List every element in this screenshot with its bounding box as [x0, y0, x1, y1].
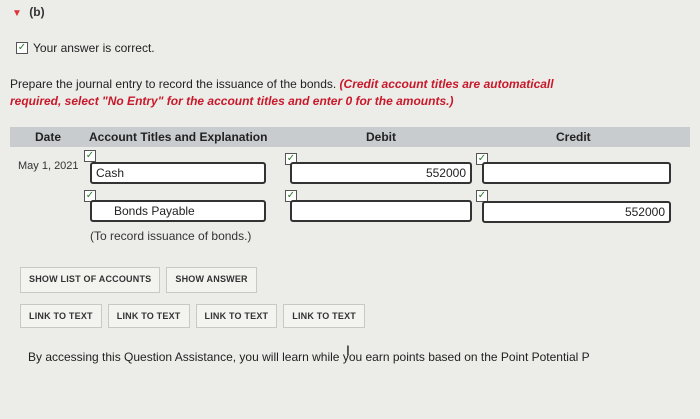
instructions: Prepare the journal entry to record the …: [10, 76, 700, 110]
link-to-text-button-2[interactable]: LINK TO TEXT: [107, 304, 190, 328]
answer-status-text: Your answer is correct.: [33, 41, 155, 55]
account-field-bonds-payable[interactable]: Bonds Payable: [90, 200, 266, 222]
credit-field-cash[interactable]: [482, 162, 671, 184]
assist-button-row: SHOW LIST OF ACCOUNTS SHOW ANSWER: [20, 267, 700, 293]
triangle-down-icon: ▼: [12, 8, 22, 19]
instructions-red-line1: (Credit account titles are automaticall: [339, 77, 554, 91]
section-toggle[interactable]: ▼ (b): [12, 5, 45, 19]
checkmark-icon: ✓: [16, 42, 28, 54]
link-to-text-button-3[interactable]: LINK TO TEXT: [195, 304, 278, 328]
section-label: (b): [29, 5, 45, 19]
instructions-plain: Prepare the journal entry to record the …: [10, 77, 340, 91]
link-to-text-button-4[interactable]: LINK TO TEXT: [283, 304, 365, 328]
entry-explanation: (To record issuance of bonds.): [90, 229, 252, 243]
show-list-of-accounts-button[interactable]: SHOW LIST OF ACCOUNTS: [20, 267, 161, 293]
answer-status: ✓ Your answer is correct.: [16, 41, 155, 55]
journal-table-header: Date Account Titles and Explanation Debi…: [10, 127, 690, 147]
question-assistance-note: By accessing this Question Assistance, y…: [28, 350, 590, 364]
header-credit: Credit: [556, 130, 591, 144]
show-answer-button[interactable]: SHOW ANSWER: [166, 267, 257, 293]
link-button-row: LINK TO TEXT LINK TO TEXT LINK TO TEXT L…: [20, 304, 700, 328]
text-cursor-icon: I: [346, 342, 350, 358]
instructions-red-line2: required, select "No Entry" for the acco…: [10, 94, 454, 108]
header-date: Date: [35, 130, 62, 144]
header-account: Account Titles and Explanation: [89, 130, 268, 144]
header-debit: Debit: [366, 130, 396, 144]
credit-field-bonds-payable[interactable]: 552000: [482, 201, 671, 223]
entry-date: May 1, 2021: [18, 160, 79, 172]
debit-field-bonds-payable[interactable]: [290, 200, 472, 222]
checkmark-icon: ✓: [84, 150, 96, 162]
debit-field-cash[interactable]: 552000: [290, 162, 472, 184]
link-to-text-button-1[interactable]: LINK TO TEXT: [20, 304, 102, 328]
account-field-cash[interactable]: Cash: [90, 162, 266, 184]
